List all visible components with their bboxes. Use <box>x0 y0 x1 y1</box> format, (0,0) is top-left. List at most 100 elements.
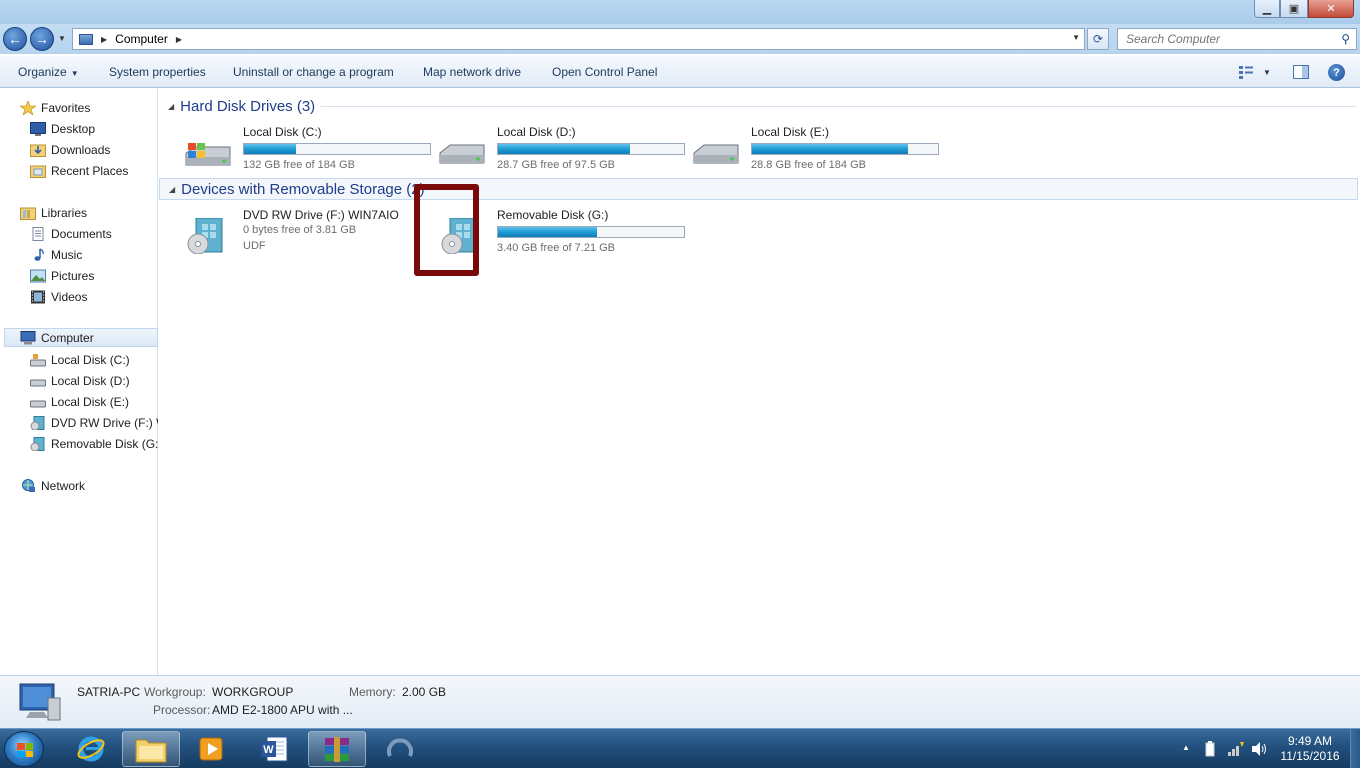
breadcrumb-computer[interactable]: Computer <box>115 32 168 46</box>
nav-network[interactable]: Network <box>20 476 85 495</box>
start-button[interactable] <box>4 731 44 767</box>
volume-icon[interactable] <box>1251 741 1267 757</box>
back-button[interactable]: ← <box>3 27 27 51</box>
computer-icon <box>19 683 61 721</box>
nav-recent-places[interactable]: Recent Places <box>30 161 128 180</box>
nav-downloads[interactable]: Downloads <box>30 140 110 159</box>
removable-g-usage-bar <box>497 226 685 238</box>
drive-tile-c[interactable]: Local Disk (C:) 132 GB free of 184 GB <box>172 125 431 181</box>
hard-drive-icon <box>693 144 739 164</box>
view-options-icon[interactable] <box>1238 65 1254 79</box>
nav-disk-e[interactable]: Local Disk (E:) <box>30 392 129 411</box>
nav-desktop[interactable]: Desktop <box>30 119 95 138</box>
network-status-icon[interactable] <box>1227 741 1245 757</box>
taskbar-word[interactable]: W <box>245 731 303 767</box>
uninstall-program-button[interactable]: Uninstall or change a program <box>233 65 394 79</box>
system-clock[interactable]: 9:49 AM 11/15/2016 <box>1275 734 1345 764</box>
address-bar[interactable]: ▶ Computer ▶ ▼ <box>72 28 1085 50</box>
breadcrumb-arrow-icon[interactable]: ▶ <box>101 35 107 44</box>
group-divider <box>321 106 1356 107</box>
group-header-hard-disk-drives[interactable]: ◢ Hard Disk Drives (3) <box>159 95 315 117</box>
organize-menu[interactable]: Organize ▼ <box>18 65 79 79</box>
removable-disk-icon <box>30 436 45 451</box>
organize-label: Organize <box>18 65 67 79</box>
system-properties-button[interactable]: System properties <box>109 65 206 79</box>
search-input[interactable] <box>1118 29 1328 49</box>
nav-pictures[interactable]: Pictures <box>30 266 94 285</box>
view-dropdown-icon[interactable]: ▼ <box>1263 68 1271 77</box>
show-hidden-icons-button[interactable]: ▲ <box>1182 743 1190 752</box>
nav-documents[interactable]: Documents <box>30 224 112 243</box>
address-history-dropdown[interactable]: ▼ <box>1072 33 1080 42</box>
recent-pages-dropdown[interactable]: ▼ <box>58 34 66 43</box>
taskbar-winrar[interactable] <box>308 731 366 767</box>
drive-tile-d[interactable]: Local Disk (D:) 28.7 GB free of 97.5 GB <box>426 125 685 181</box>
nav-libraries-label: Libraries <box>41 205 88 220</box>
drive-e-free: 28.8 GB free of 184 GB <box>751 159 866 171</box>
nav-disk-d[interactable]: Local Disk (D:) <box>30 371 130 390</box>
collapse-triangle-icon[interactable]: ◢ <box>169 185 175 194</box>
window-titlebar: ▁ ▣ ✕ <box>0 0 1360 24</box>
nav-libraries[interactable]: Libraries <box>20 203 87 222</box>
taskbar-internet-explorer[interactable] <box>62 731 120 767</box>
forward-button[interactable]: → <box>30 27 54 51</box>
nav-disk-c[interactable]: Local Disk (C:) <box>30 350 130 369</box>
processor-value: AMD E2-1800 APU with ... <box>212 703 353 717</box>
details-pane: SATRIA-PC Workgroup: WORKGROUP Memory: 2… <box>0 675 1360 728</box>
nav-computer[interactable]: Computer <box>4 328 158 347</box>
show-desktop-button[interactable] <box>1350 729 1360 768</box>
taskbar-windows-explorer[interactable] <box>122 731 180 767</box>
nav-music[interactable]: Music <box>30 245 82 264</box>
libraries-icon <box>20 207 36 220</box>
nav-removable-g-label: Removable Disk (G:) <box>51 436 158 451</box>
group-removable-label: Devices with Removable Storage (2) <box>181 180 425 198</box>
nav-documents-label: Documents <box>51 226 112 241</box>
battery-icon[interactable] <box>1205 741 1215 757</box>
videos-icon <box>31 290 45 303</box>
close-button[interactable]: ✕ <box>1308 0 1354 18</box>
search-box[interactable]: ⚲ <box>1117 28 1357 50</box>
usage-fill <box>498 144 631 154</box>
drive-tile-dvd-f[interactable]: DVD RW Drive (F:) WIN7AIO 0 bytes free o… <box>172 208 422 264</box>
dvd-f-filesystem: UDF <box>243 240 266 252</box>
help-button[interactable]: ? <box>1328 64 1345 81</box>
search-icon[interactable]: ⚲ <box>1341 32 1350 46</box>
nav-computer-label: Computer <box>41 330 94 345</box>
pc-name: SATRIA-PC <box>77 685 141 699</box>
map-network-drive-button[interactable]: Map network drive <box>423 65 521 79</box>
recent-places-icon <box>30 165 46 178</box>
taskbar-app-inactive[interactable] <box>371 731 429 767</box>
maximize-button[interactable]: ▣ <box>1280 0 1308 18</box>
group-header-removable-storage[interactable]: ◢ Devices with Removable Storage (2) <box>159 178 1358 200</box>
nav-videos-label: Videos <box>51 289 88 304</box>
nav-removable-g[interactable]: Removable Disk (G:) <box>30 434 158 453</box>
collapse-triangle-icon[interactable]: ◢ <box>168 102 174 111</box>
minimize-button[interactable]: ▁ <box>1254 0 1280 18</box>
desktop-icon <box>30 121 46 136</box>
taskbar-media-player[interactable] <box>182 731 240 767</box>
open-control-panel-button[interactable]: Open Control Panel <box>552 65 657 79</box>
drive-d-name: Local Disk (D:) <box>497 125 576 139</box>
drive-d-usage-bar <box>497 143 685 155</box>
network-icon <box>22 478 35 492</box>
refresh-button[interactable]: ⟳ <box>1087 28 1109 50</box>
breadcrumb-arrow-icon[interactable]: ▶ <box>176 35 182 44</box>
nav-dvd-f[interactable]: DVD RW Drive (F:) WIN7AIO <box>30 413 158 432</box>
window-controls: ▁ ▣ ✕ <box>1254 0 1354 18</box>
group-hdd-label: Hard Disk Drives (3) <box>180 97 316 115</box>
dvd-drive-icon <box>187 218 223 254</box>
usage-fill <box>244 144 297 154</box>
drive-c-name: Local Disk (C:) <box>243 125 322 139</box>
nav-disk-e-label: Local Disk (E:) <box>51 394 130 409</box>
system-drive-icon <box>30 353 46 366</box>
drive-tile-e[interactable]: Local Disk (E:) 28.8 GB free of 184 GB <box>680 125 939 181</box>
nav-favorites[interactable]: Favorites <box>20 98 90 117</box>
address-row: ← → ▼ ▶ Computer ▶ ▼ ⟳ ⚲ <box>0 24 1360 54</box>
documents-icon <box>32 226 44 241</box>
nav-network-label: Network <box>41 478 86 493</box>
nav-pictures-label: Pictures <box>51 268 95 283</box>
memory-value: 2.00 GB <box>402 685 447 699</box>
preview-pane-icon[interactable] <box>1293 65 1309 79</box>
downloads-folder-icon <box>30 144 46 157</box>
nav-videos[interactable]: Videos <box>30 287 87 306</box>
